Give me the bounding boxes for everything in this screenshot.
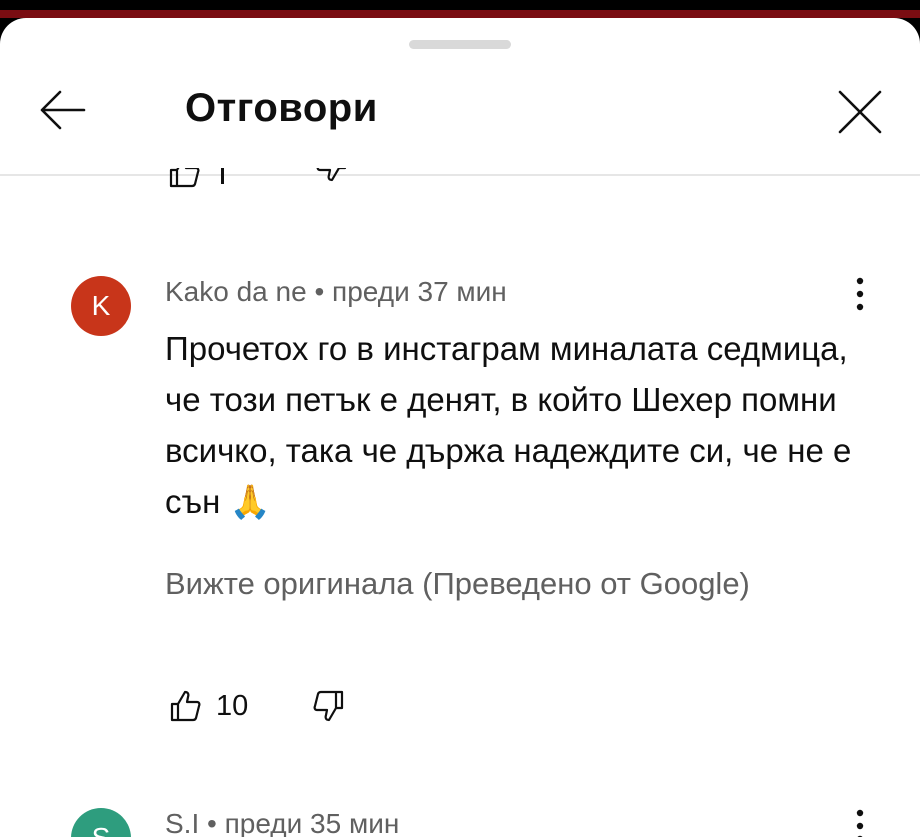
more-options-icon[interactable] <box>855 808 865 837</box>
previous-like-count-fragment <box>221 168 224 184</box>
meta-separator: • <box>314 276 325 307</box>
meta-separator: • <box>207 808 217 837</box>
thumbs-down-icon[interactable] <box>313 168 349 184</box>
back-arrow-icon[interactable] <box>36 88 88 132</box>
avatar[interactable]: S <box>71 808 131 837</box>
comment-time: преди 37 мин <box>332 276 507 307</box>
see-original-link[interactable]: Вижте оригинала (Преведено от Google) <box>165 566 750 602</box>
avatar[interactable]: K <box>71 276 131 336</box>
header-divider <box>0 174 920 176</box>
comment-meta: Kako da ne • преди 37 мин <box>165 276 507 308</box>
video-progress-strip <box>0 10 920 18</box>
drag-handle[interactable] <box>409 40 511 49</box>
thumbs-up-icon[interactable] <box>167 168 203 188</box>
page-title: Отговори <box>185 86 378 130</box>
previous-comment-actions <box>165 168 365 188</box>
replies-sheet: Отговори K Kako da ne • преди 37 мин Про… <box>0 18 920 837</box>
more-options-icon[interactable] <box>855 276 865 312</box>
close-icon[interactable] <box>836 88 884 136</box>
comment-meta: S.I • преди 35 мин <box>165 808 399 837</box>
like-count: 10 <box>216 690 249 722</box>
thumbs-down-icon[interactable] <box>310 688 346 724</box>
thumbs-up-icon[interactable] <box>168 688 204 724</box>
comment-time: преди 35 мин <box>224 808 400 837</box>
comment-text: Прочетох го в инстаграм миналата седмица… <box>165 330 852 520</box>
author-name[interactable]: S.I <box>165 808 199 837</box>
author-name[interactable]: Kako da ne <box>165 276 307 307</box>
